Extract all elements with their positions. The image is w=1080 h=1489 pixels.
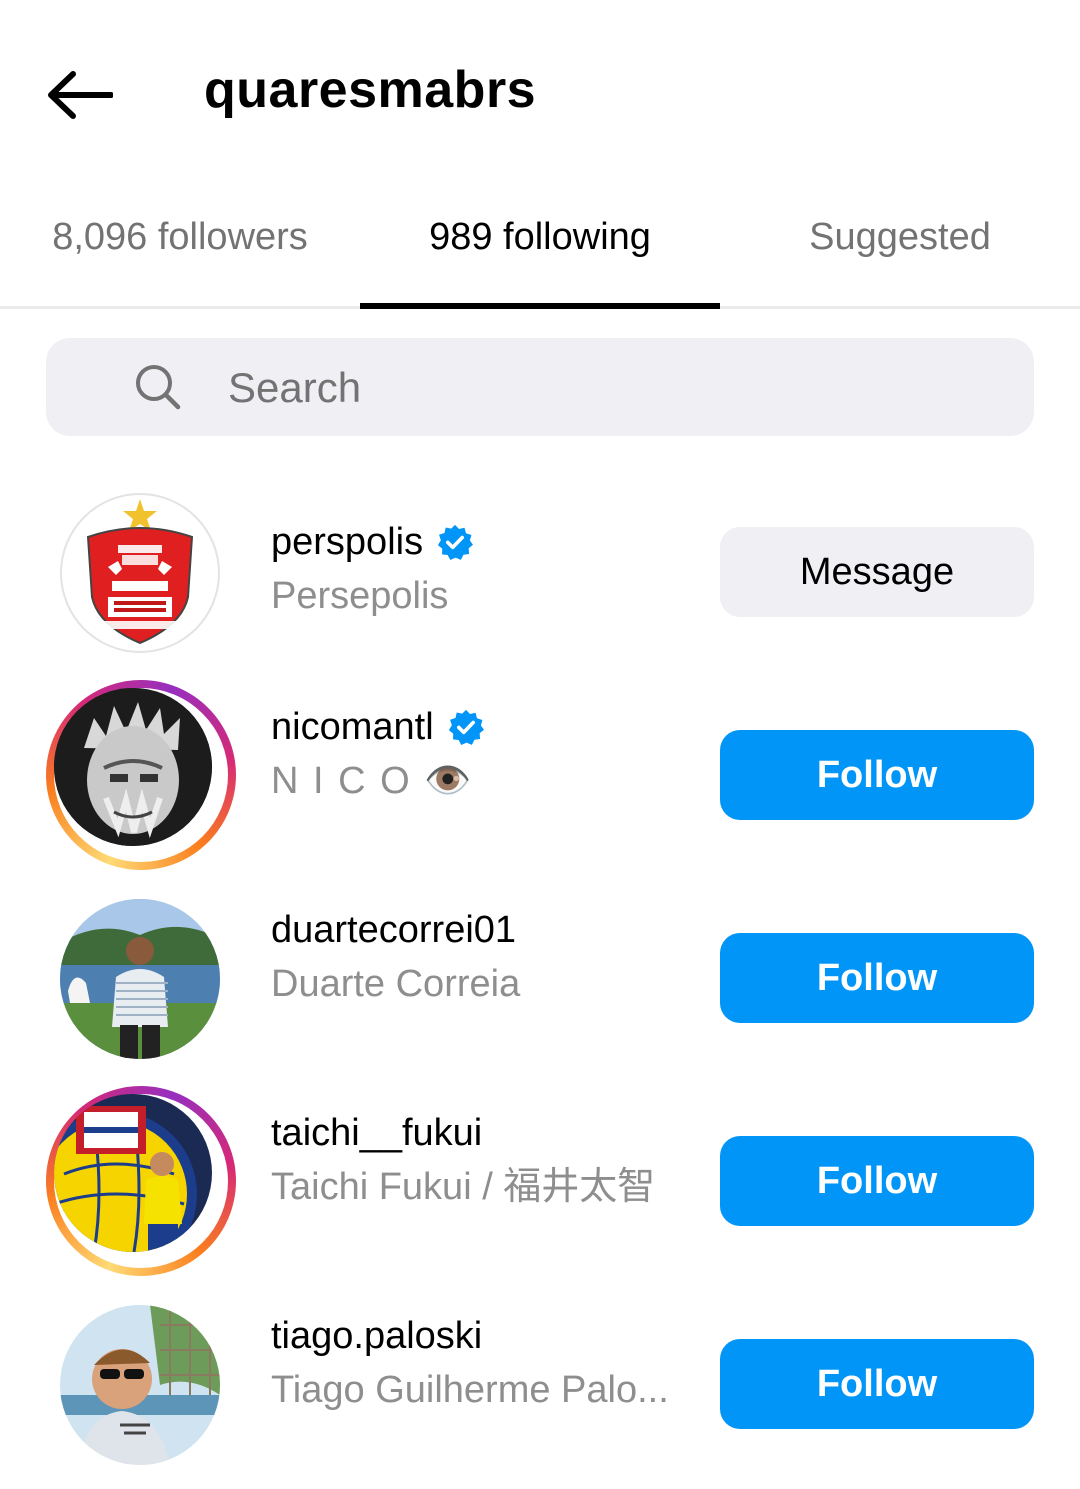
- account-username: taichi__fukui: [271, 1112, 483, 1154]
- list-item[interactable]: duartecorrei01 Duarte Correia Follow: [0, 883, 1080, 1083]
- search-icon: [134, 363, 182, 411]
- account-username-row: duartecorrei01: [271, 905, 691, 955]
- account-info[interactable]: perspolis Persepolis: [271, 517, 691, 621]
- avatar-image: [54, 1094, 212, 1252]
- avatar[interactable]: [60, 1305, 220, 1465]
- avatar[interactable]: [46, 680, 236, 870]
- avatar-image: [60, 899, 220, 1059]
- search-bar[interactable]: [46, 338, 1034, 438]
- account-info[interactable]: tiago.paloski Tiago Guilherme Palo...: [271, 1311, 691, 1415]
- verified-badge-icon: [448, 709, 484, 745]
- list-item[interactable]: nicomantl N I C O 👁️ Follow: [0, 680, 1080, 880]
- account-username: perspolis: [271, 521, 424, 563]
- follow-button[interactable]: Follow: [720, 730, 1034, 820]
- account-username: tiago.paloski: [271, 1315, 483, 1357]
- arrow-left-icon: [48, 71, 113, 119]
- account-full-name: Tiago Guilherme Palo...: [271, 1369, 669, 1411]
- man-by-lake-photo-icon: [60, 899, 220, 1059]
- persepolis-crest-icon: [86, 499, 194, 645]
- account-username-row: tiago.paloski: [271, 1311, 691, 1361]
- verified-badge-icon: [437, 524, 474, 560]
- account-info[interactable]: nicomantl N I C O 👁️: [271, 702, 691, 806]
- player-with-club-crest-icon: [54, 1094, 212, 1252]
- message-button[interactable]: Message: [720, 527, 1034, 617]
- account-username: nicomantl: [271, 706, 434, 748]
- account-username-row: taichi__fukui: [271, 1108, 691, 1158]
- search-input[interactable]: [226, 338, 1010, 438]
- avatar[interactable]: [46, 1086, 236, 1276]
- tab-followers[interactable]: 8,096 followers: [0, 200, 360, 306]
- account-username-row: perspolis: [271, 517, 691, 567]
- account-info[interactable]: taichi__fukui Taichi Fukui / 福井太智: [271, 1108, 691, 1212]
- follow-button[interactable]: Follow: [720, 933, 1034, 1023]
- account-username-row: nicomantl: [271, 702, 691, 752]
- follow-tabs: 8,096 followers 989 following Suggested: [0, 200, 1080, 309]
- account-username: duartecorrei01: [271, 909, 517, 951]
- list-item[interactable]: taichi__fukui Taichi Fukui / 福井太智 Follow: [0, 1086, 1080, 1286]
- account-info[interactable]: duartecorrei01 Duarte Correia: [271, 905, 691, 1009]
- avatar-image: [54, 688, 212, 846]
- list-item[interactable]: perspolis Persepolis Message: [0, 477, 1080, 677]
- sketch-portrait-icon: [54, 688, 212, 846]
- avatar-image: [60, 1305, 220, 1465]
- account-full-name: Persepolis: [271, 575, 449, 617]
- avatar[interactable]: [60, 493, 220, 653]
- tab-suggested[interactable]: Suggested: [720, 200, 1080, 306]
- top-bar: quaresmabrs: [0, 0, 1080, 180]
- account-full-name: N I C O 👁️: [271, 760, 474, 802]
- list-item[interactable]: tiago.paloski Tiago Guilherme Palo... Fo…: [0, 1289, 1080, 1489]
- tab-following[interactable]: 989 following: [360, 200, 720, 309]
- follow-button[interactable]: Follow: [720, 1136, 1034, 1226]
- profile-username-title: quaresmabrs: [204, 61, 537, 119]
- follow-button[interactable]: Follow: [720, 1339, 1034, 1429]
- avatar[interactable]: [60, 899, 220, 1059]
- account-full-name: Duarte Correia: [271, 963, 521, 1005]
- man-with-sunglasses-photo-icon: [60, 1305, 220, 1465]
- back-button[interactable]: [40, 60, 120, 130]
- account-full-name: Taichi Fukui / 福井太智: [271, 1166, 656, 1208]
